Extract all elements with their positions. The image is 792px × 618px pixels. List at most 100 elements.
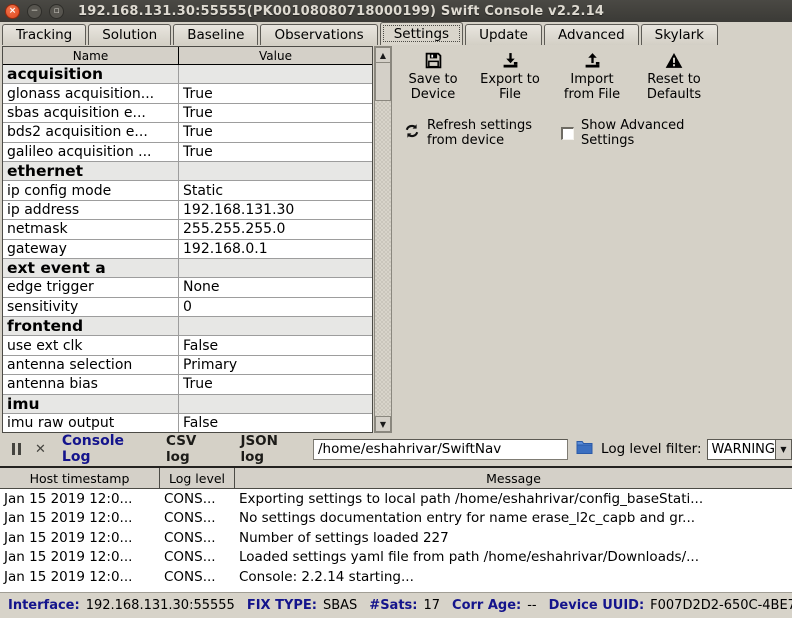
import-from-file-button[interactable]: Import from File	[556, 52, 628, 102]
settings-section-row[interactable]: ext event a	[3, 259, 372, 278]
setting-value: Static	[179, 181, 372, 199]
setting-value: 255.255.255.0	[179, 220, 372, 238]
tab-observations[interactable]: Observations	[260, 24, 377, 45]
column-header-message[interactable]: Message	[235, 468, 792, 488]
settings-row[interactable]: sensitivity0	[3, 298, 372, 317]
setting-name: glonass acquisition...	[3, 84, 179, 102]
settings-row[interactable]: gateway192.168.0.1	[3, 240, 372, 259]
device-uuid-value: F007D2D2-650C-4BE7-83EC	[650, 598, 792, 613]
log-row[interactable]: Jan 15 2019 12:0...CONS...No settings do…	[0, 509, 792, 529]
status-bar: Interface: 192.168.131.30:55555 FIX TYPE…	[0, 592, 792, 618]
log-path-input[interactable]	[313, 439, 568, 460]
scroll-up-icon[interactable]: ▲	[375, 47, 391, 63]
settings-row[interactable]: galileo acquisition ...True	[3, 143, 372, 162]
column-header-value[interactable]: Value	[179, 47, 372, 64]
minimize-window-icon[interactable]: −	[27, 4, 42, 19]
settings-row[interactable]: edge triggerNone	[3, 278, 372, 297]
column-header-log-level[interactable]: Log level	[160, 468, 235, 488]
log-level-filter-label: Log level filter:	[601, 441, 702, 457]
json-log-toggle[interactable]: JSON log	[240, 433, 297, 465]
setting-name: ip address	[3, 201, 179, 219]
pause-log-icon[interactable]	[12, 443, 21, 455]
settings-row[interactable]: antenna selectionPrimary	[3, 356, 372, 375]
save-to-device-button[interactable]: Save to Device	[402, 52, 464, 102]
tab-baseline[interactable]: Baseline	[173, 24, 258, 45]
settings-section-row[interactable]: imu	[3, 395, 372, 414]
setting-name: antenna selection	[3, 356, 179, 374]
clear-log-icon[interactable]: ✕	[35, 442, 46, 457]
settings-row[interactable]: antenna biasTrue	[3, 375, 372, 394]
setting-name: netmask	[3, 220, 179, 238]
tab-advanced[interactable]: Advanced	[544, 24, 639, 45]
scroll-down-icon[interactable]: ▼	[375, 416, 391, 432]
column-header-name[interactable]: Name	[3, 47, 179, 64]
refresh-settings-button[interactable]: Refresh settings from device	[404, 118, 539, 148]
settings-row[interactable]: netmask255.255.255.0	[3, 220, 372, 239]
console-toolbar: ✕ Console Log CSV log JSON log Log level…	[0, 434, 792, 464]
tab-update[interactable]: Update	[465, 24, 542, 45]
warning-icon	[665, 52, 683, 69]
tab-solution[interactable]: Solution	[88, 24, 171, 45]
tab-tracking[interactable]: Tracking	[2, 24, 86, 45]
log-level-select[interactable]: WARNING ▼	[707, 439, 792, 460]
export-to-file-button[interactable]: Export to File	[477, 52, 543, 102]
export-to-file-label: Export to File	[477, 72, 543, 102]
close-window-icon[interactable]: ×	[5, 4, 20, 19]
settings-row[interactable]: ip address192.168.131.30	[3, 201, 372, 220]
window-title: 192.168.131.30:55555(PK00108080718000199…	[78, 4, 604, 19]
interface-value: 192.168.131.30:55555	[86, 598, 235, 613]
scrollbar-thumb[interactable]	[375, 63, 391, 101]
settings-row[interactable]: ip config modeStatic	[3, 181, 372, 200]
log-level: CONS...	[160, 528, 235, 548]
settings-scrollbar[interactable]: ▲ ▼	[374, 46, 392, 433]
refresh-settings-label: Refresh settings from device	[427, 118, 539, 148]
setting-value: None	[179, 278, 372, 296]
import-from-file-label: Import from File	[556, 72, 628, 102]
maximize-window-icon[interactable]: ▫	[49, 4, 64, 19]
setting-name: galileo acquisition ...	[3, 143, 179, 161]
settings-row[interactable]: bds2 acquisition e...True	[3, 123, 372, 142]
setting-name: use ext clk	[3, 336, 179, 354]
csv-log-toggle[interactable]: CSV log	[166, 433, 216, 465]
log-message: Exporting settings to local path /home/e…	[235, 489, 792, 509]
setting-value: 0	[179, 298, 372, 316]
log-level: CONS...	[160, 509, 235, 529]
settings-row[interactable]: glonass acquisition...True	[3, 84, 372, 103]
setting-value: True	[179, 143, 372, 161]
folder-icon[interactable]	[576, 440, 593, 458]
log-row[interactable]: Jan 15 2019 12:0...CONS...Number of sett…	[0, 528, 792, 548]
section-value	[179, 259, 372, 277]
column-header-host-timestamp[interactable]: Host timestamp	[0, 468, 160, 488]
section-value	[179, 395, 372, 413]
show-advanced-settings-toggle[interactable]: Show Advanced Settings	[561, 118, 689, 148]
settings-section-row[interactable]: ethernet	[3, 162, 372, 181]
export-download-icon	[502, 52, 519, 69]
setting-value: 192.168.131.30	[179, 201, 372, 219]
setting-name: imu raw output	[3, 414, 179, 432]
log-row[interactable]: Jan 15 2019 12:0...CONS...Console: 2.2.1…	[0, 567, 792, 587]
chevron-down-icon[interactable]: ▼	[775, 440, 791, 459]
reset-to-defaults-button[interactable]: Reset to Defaults	[641, 52, 707, 102]
setting-name: bds2 acquisition e...	[3, 123, 179, 141]
settings-table-header: Name Value	[3, 47, 372, 65]
device-uuid-label: Device UUID:	[549, 598, 645, 613]
setting-name: sensitivity	[3, 298, 179, 316]
setting-name: gateway	[3, 240, 179, 258]
scrollbar-track[interactable]	[375, 101, 391, 416]
tab-settings[interactable]: Settings	[380, 22, 463, 45]
tab-bar: Tracking Solution Baseline Observations …	[0, 22, 792, 45]
settings-row[interactable]: use ext clkFalse	[3, 336, 372, 355]
log-message: No settings documentation entry for name…	[235, 509, 792, 529]
corr-age-label: Corr Age:	[452, 598, 521, 613]
show-advanced-checkbox[interactable]	[561, 127, 574, 140]
settings-section-row[interactable]: acquisition	[3, 65, 372, 84]
setting-value: True	[179, 84, 372, 102]
settings-section-row[interactable]: frontend	[3, 317, 372, 336]
log-row[interactable]: Jan 15 2019 12:0...CONS...Exporting sett…	[0, 489, 792, 509]
settings-row[interactable]: imu raw outputFalse	[3, 414, 372, 433]
setting-value: 192.168.0.1	[179, 240, 372, 258]
settings-row[interactable]: sbas acquisition e...True	[3, 104, 372, 123]
tab-skylark[interactable]: Skylark	[641, 24, 718, 45]
log-row[interactable]: Jan 15 2019 12:0...CONS...Loaded setting…	[0, 548, 792, 568]
corr-age-value: --	[527, 598, 536, 613]
